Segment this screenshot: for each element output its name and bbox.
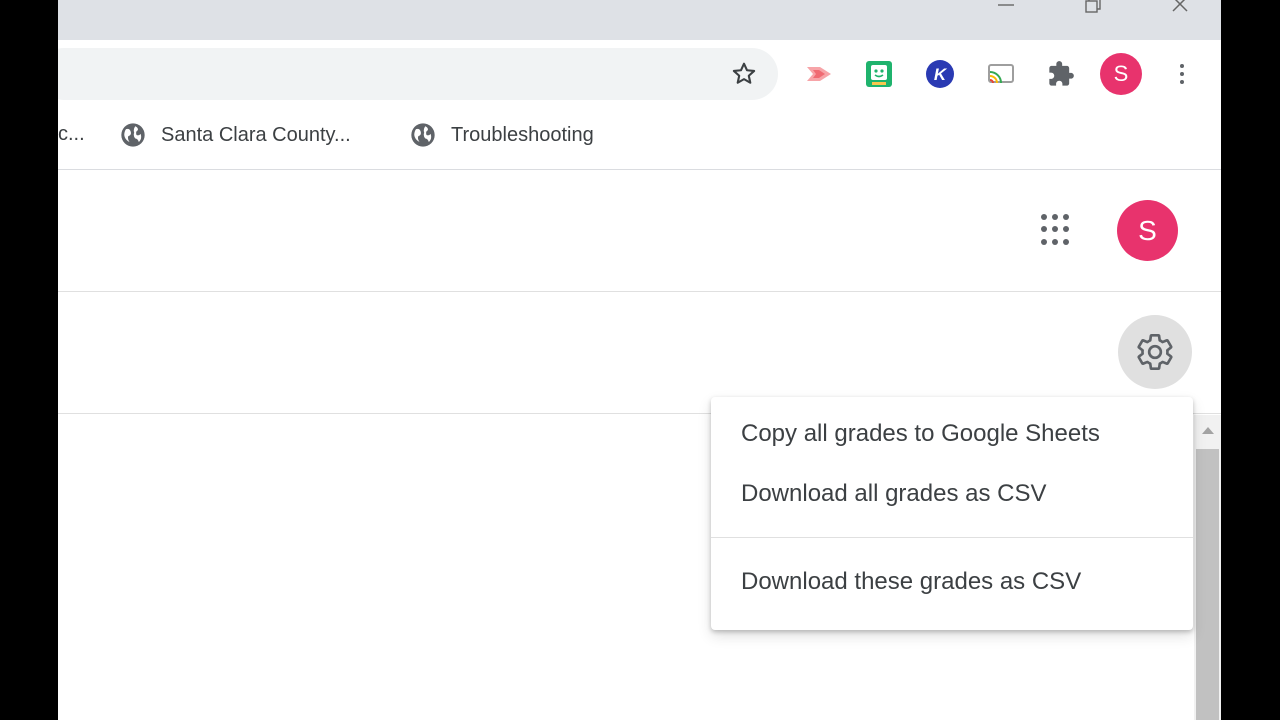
svg-text:K: K [934,65,948,84]
vertical-scrollbar[interactable] [1194,415,1221,720]
bookmark-star-button[interactable] [730,60,758,88]
account-avatar[interactable]: S [1117,200,1178,261]
bookmark-truncated[interactable]: c... [58,123,85,146]
screencastify-icon [807,67,831,81]
browser-window: K S c... Santa Clara County... Troublesh… [58,0,1221,720]
close-icon [1172,0,1188,12]
kebab-menu-icon [1180,64,1184,68]
cast-extension[interactable] [986,59,1016,89]
close-window-button[interactable] [1157,0,1203,16]
star-outline-icon [732,62,756,84]
minimize-button[interactable] [983,0,1029,16]
title-bar [58,0,1221,40]
menu-divider [711,537,1193,538]
bookmark-label: Troubleshooting [451,123,594,146]
chrome-menu-button[interactable] [1170,58,1194,90]
gear-icon [1137,334,1173,371]
settings-dropdown-menu: Copy all grades to Google Sheets Downloa… [711,397,1193,630]
cast-icon [988,64,1014,84]
restore-icon [1085,0,1101,13]
globe-icon [121,123,145,147]
menu-item-download-these-csv[interactable]: Download these grades as CSV [711,552,1193,612]
kami-icon: K [926,60,954,88]
bookmark-troubleshooting[interactable]: Troubleshooting [409,120,594,150]
kami-extension[interactable]: K [925,59,955,89]
bookmark-label: Santa Clara County... [161,123,351,146]
chrome-profile-avatar[interactable]: S [1100,53,1142,95]
minimize-icon [998,4,1014,6]
address-bar[interactable] [58,48,778,100]
restore-button[interactable] [1069,0,1115,16]
app-header: S [58,171,1221,292]
pear-deck-extension[interactable] [864,59,894,89]
bookmarks-bar: c... Santa Clara County... Troubleshooti… [58,110,1221,170]
google-apps-button[interactable] [1041,214,1073,246]
menu-item-copy-to-sheets[interactable]: Copy all grades to Google Sheets [711,404,1193,464]
scroll-up-arrow-icon[interactable] [1202,427,1214,434]
pear-deck-icon [866,61,892,87]
extensions-button[interactable] [1046,59,1076,89]
bookmark-santa-clara-county[interactable]: Santa Clara County... [119,120,351,150]
grades-toolbar [58,293,1221,414]
screencastify-extension[interactable] [804,59,834,89]
menu-item-download-all-csv[interactable]: Download all grades as CSV [711,464,1193,524]
puzzle-icon [1049,61,1074,86]
browser-toolbar: K S [58,40,1221,110]
settings-gear-button[interactable] [1118,315,1192,389]
globe-icon [411,123,435,147]
scrollbar-thumb[interactable] [1196,449,1219,720]
apps-grid-icon [1041,214,1047,220]
